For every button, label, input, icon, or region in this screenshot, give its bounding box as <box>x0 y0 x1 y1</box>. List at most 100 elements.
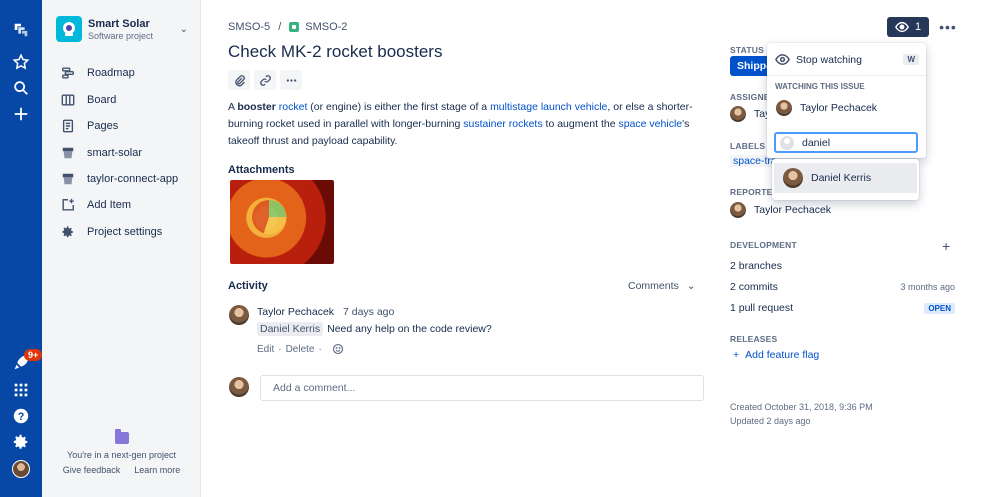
comment-mention[interactable]: Daniel Kerris <box>257 322 324 336</box>
attachment-thumbnail[interactable] <box>230 180 334 264</box>
comment-actions: Edit · Delete · <box>257 343 344 355</box>
emoji-icon[interactable] <box>332 343 344 355</box>
breadcrumb-separator: / <box>278 21 282 33</box>
eye-icon <box>775 54 790 65</box>
project-switcher[interactable]: Smart Solar Software project ⌄ <box>56 16 188 42</box>
breadcrumb: SMSO-5 / SMSO-2 <box>228 21 347 33</box>
search-icon[interactable] <box>11 78 31 98</box>
plus-icon[interactable] <box>11 104 31 124</box>
suggestion-name: Daniel Kerris <box>811 172 872 184</box>
comment-edit-link[interactable]: Edit <box>257 344 274 355</box>
current-user-avatar <box>229 377 249 397</box>
watching-heading: WATCHING THIS ISSUE <box>775 82 865 91</box>
issue-toolbar <box>228 70 302 90</box>
chevron-down-icon[interactable]: ⌄ <box>180 24 188 35</box>
sidebar-item-taylor-connect-app[interactable]: taylor-connect-app <box>60 171 178 187</box>
learn-more-link[interactable]: Learn more <box>134 465 180 475</box>
add-development-plus-icon[interactable]: + <box>942 238 950 254</box>
svg-text:?: ? <box>18 411 25 423</box>
development-label: DEVELOPMENT <box>730 240 797 250</box>
issue-title[interactable]: Check MK-2 rocket boosters <box>228 42 442 62</box>
sidebar-item-roadmap[interactable]: Roadmap <box>60 65 135 81</box>
add-feature-flag-button[interactable]: + Add feature flag <box>733 349 819 361</box>
stop-watching-item[interactable]: Stop watching W <box>775 52 919 67</box>
more-icon <box>286 78 296 82</box>
dev-branches-row[interactable]: 2 branches <box>730 260 955 272</box>
updated-date: Updated 2 days ago <box>730 416 811 426</box>
apps-grid-icon[interactable] <box>11 380 31 400</box>
more-options-icon[interactable]: ••• <box>939 19 957 35</box>
add-watcher-field[interactable] <box>774 132 918 153</box>
status-label: STATUS <box>730 45 764 55</box>
plus-icon: + <box>733 349 740 361</box>
comment-dot: · <box>318 343 322 355</box>
next-gen-text: You're in a next-gen project <box>67 450 176 460</box>
watch-count: 1 <box>915 21 922 33</box>
sidebar-item-board[interactable]: Board <box>60 92 116 108</box>
sidebar-item-pages[interactable]: Pages <box>60 118 118 134</box>
comment-author[interactable]: Taylor Pechacek <box>257 306 334 318</box>
description-link[interactable]: sustainer rockets <box>463 118 542 130</box>
description-text: (or engine) is either the first stage of… <box>307 101 491 113</box>
dev-commits-row[interactable]: 2 commits 3 months ago <box>730 281 955 293</box>
comment-meta: Taylor Pechacek 7 days ago <box>257 306 394 318</box>
suggestion-avatar <box>783 168 803 188</box>
add-watcher-input[interactable] <box>802 136 912 149</box>
repo-icon <box>60 145 76 161</box>
pages-icon <box>60 118 76 134</box>
breadcrumb-parent[interactable]: SMSO-5 <box>228 21 270 33</box>
board-icon <box>60 92 76 108</box>
keyboard-shortcut: W <box>903 54 919 65</box>
gear-icon <box>60 224 76 240</box>
paperclip-icon <box>234 74 245 86</box>
chevron-down-icon: ⌄ <box>686 280 696 292</box>
sidebar-item-project-settings[interactable]: Project settings <box>60 224 162 240</box>
reporter-name: Taylor Pechacek <box>754 204 832 216</box>
sidebar-item-smart-solar[interactable]: smart-solar <box>60 145 142 161</box>
jira-logo-icon[interactable] <box>11 20 31 40</box>
more-actions-button[interactable] <box>280 70 302 90</box>
attachments-heading: Attachments <box>228 164 295 176</box>
suggestion-item[interactable]: Daniel Kerris <box>774 163 917 193</box>
activity-filter-select[interactable]: Comments ⌄ <box>628 280 696 292</box>
stop-watching-label: Stop watching <box>796 53 862 66</box>
sidebar-item-label: Board <box>87 94 117 106</box>
link-issue-button[interactable] <box>254 70 276 90</box>
activity-heading: Activity <box>228 280 268 292</box>
description-link[interactable]: space vehicle <box>619 118 683 130</box>
comment-text: Need any help on the code review? <box>327 323 492 335</box>
pr-status-badge: OPEN <box>924 302 955 314</box>
help-icon[interactable]: ? <box>11 406 31 426</box>
sidebar-item-add-item[interactable]: Add Item <box>60 197 131 213</box>
comment-author-avatar[interactable] <box>229 305 249 325</box>
issue-dates: Created October 31, 2018, 9:36 PM Update… <box>730 400 873 428</box>
watcher-item[interactable]: Taylor Pechacek <box>776 100 877 116</box>
description-link[interactable]: rocket <box>279 101 308 113</box>
repo-icon <box>60 171 76 187</box>
user-avatar[interactable] <box>12 460 30 478</box>
comment-delete-link[interactable]: Delete <box>286 344 315 355</box>
sidebar-item-label: Project settings <box>87 226 163 238</box>
dev-branches: 2 branches <box>730 260 782 272</box>
roadmap-icon <box>60 65 76 81</box>
reporter-field[interactable]: Taylor Pechacek <box>730 202 831 218</box>
sidebar-item-label: Pages <box>87 120 119 132</box>
breadcrumb-current[interactable]: SMSO-2 <box>305 21 347 33</box>
star-icon[interactable] <box>11 52 31 72</box>
link-icon <box>259 74 271 86</box>
comment-time: 7 days ago <box>342 306 395 318</box>
dev-pr-row[interactable]: 1 pull request OPEN <box>730 302 955 314</box>
next-gen-notice: You're in a next-gen project Give feedba… <box>42 429 201 475</box>
sidebar-item-label: Add Item <box>87 199 132 211</box>
description-link[interactable]: multistage launch vehicle <box>490 101 607 113</box>
add-item-icon <box>60 197 76 213</box>
add-comment-input[interactable] <box>260 375 704 401</box>
settings-icon[interactable] <box>11 432 31 452</box>
dev-commits: 2 commits <box>730 281 778 293</box>
give-feedback-link[interactable]: Give feedback <box>63 465 121 475</box>
issue-description[interactable]: A booster rocket (or engine) is either t… <box>228 99 698 150</box>
comment-dot: · <box>278 343 282 355</box>
attach-button[interactable] <box>228 70 250 90</box>
description-bold: booster <box>237 101 276 113</box>
watch-button[interactable]: 1 <box>887 17 930 37</box>
